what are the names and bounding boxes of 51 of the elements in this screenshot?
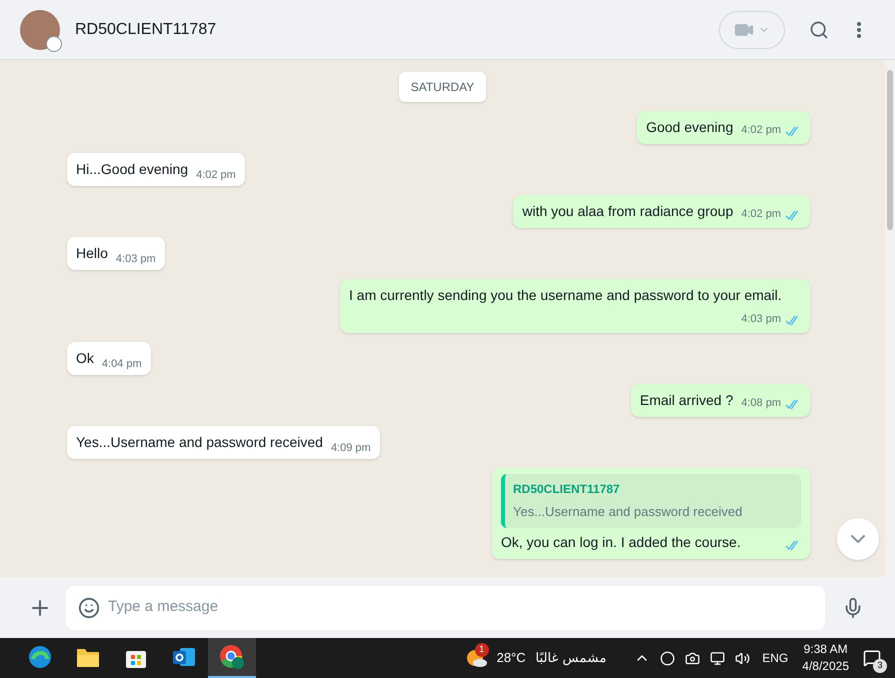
quoted-text: Yes...Username and password received (513, 503, 744, 521)
temperature[interactable]: 28°C (496, 648, 526, 668)
double-check-icon (785, 398, 801, 410)
notification-icon[interactable] (863, 649, 881, 667)
taskbar-app-button[interactable] (208, 638, 256, 678)
message-text: Hello (76, 244, 108, 263)
speaker-icon[interactable] (735, 650, 750, 666)
clock-time: 9:38 AM (804, 641, 848, 658)
date-chip: SATURDAY (398, 72, 486, 102)
search-icon (809, 20, 829, 40)
contact-name[interactable]: RD50CLIENT11787 (75, 18, 216, 42)
message-time: 4:04 pm (102, 356, 142, 372)
weather-condition[interactable]: مشمس غالبًا (536, 648, 606, 668)
notification-count: 3 (873, 659, 887, 673)
weather-badge: 1 (474, 643, 489, 657)
message-text: I am currently sending you the username and password to your email. (349, 286, 783, 305)
record-icon[interactable] (660, 650, 676, 666)
message-time: 4:08 pm (741, 396, 781, 412)
avatar[interactable] (20, 10, 60, 50)
message-time: 4:02 pm (196, 168, 236, 182)
clock[interactable]: 9:38 AM 4/8/2025 (802, 641, 849, 675)
sticker-icon (78, 596, 100, 618)
message-text: Email arrived ? (640, 391, 734, 410)
message-text: with you alaa from radiance group (522, 202, 734, 221)
folder-icon (76, 646, 100, 668)
message-text: Good evening (646, 118, 734, 137)
message-time: 4:03 pm (116, 252, 156, 266)
browser-circle-icon (219, 644, 245, 670)
quoted-author: RD50CLIENT11787 (513, 481, 621, 498)
double-check-icon (785, 540, 801, 552)
message-text: Ok, you can log in. I added the course. (501, 532, 742, 552)
message-text: Yes...Username and password received (76, 433, 323, 452)
message-text: Hi...Good evening (76, 160, 188, 179)
network-icon[interactable] (710, 650, 726, 666)
message-time: 4:02 pm (741, 123, 781, 138)
message-time: 4:03 pm (741, 312, 781, 328)
mail-app-icon (172, 645, 196, 669)
language-indicator[interactable]: ENG (762, 649, 788, 667)
clock-date: 4/8/2025 (802, 658, 849, 675)
double-check-icon (785, 126, 801, 137)
message-text: Ok (76, 349, 94, 368)
message-field[interactable]: Type a message (66, 586, 825, 630)
menu-icon (857, 22, 861, 38)
double-check-icon (785, 210, 801, 221)
scrollbar[interactable] (885, 60, 895, 577)
message-time: 4:09 pm (330, 440, 371, 456)
browser-swirl-icon (28, 645, 52, 669)
camera-icon[interactable] (685, 650, 700, 666)
double-check-icon (785, 314, 801, 326)
message-time: 4:02 pm (741, 207, 781, 222)
message-input[interactable]: Type a message (108, 596, 813, 619)
